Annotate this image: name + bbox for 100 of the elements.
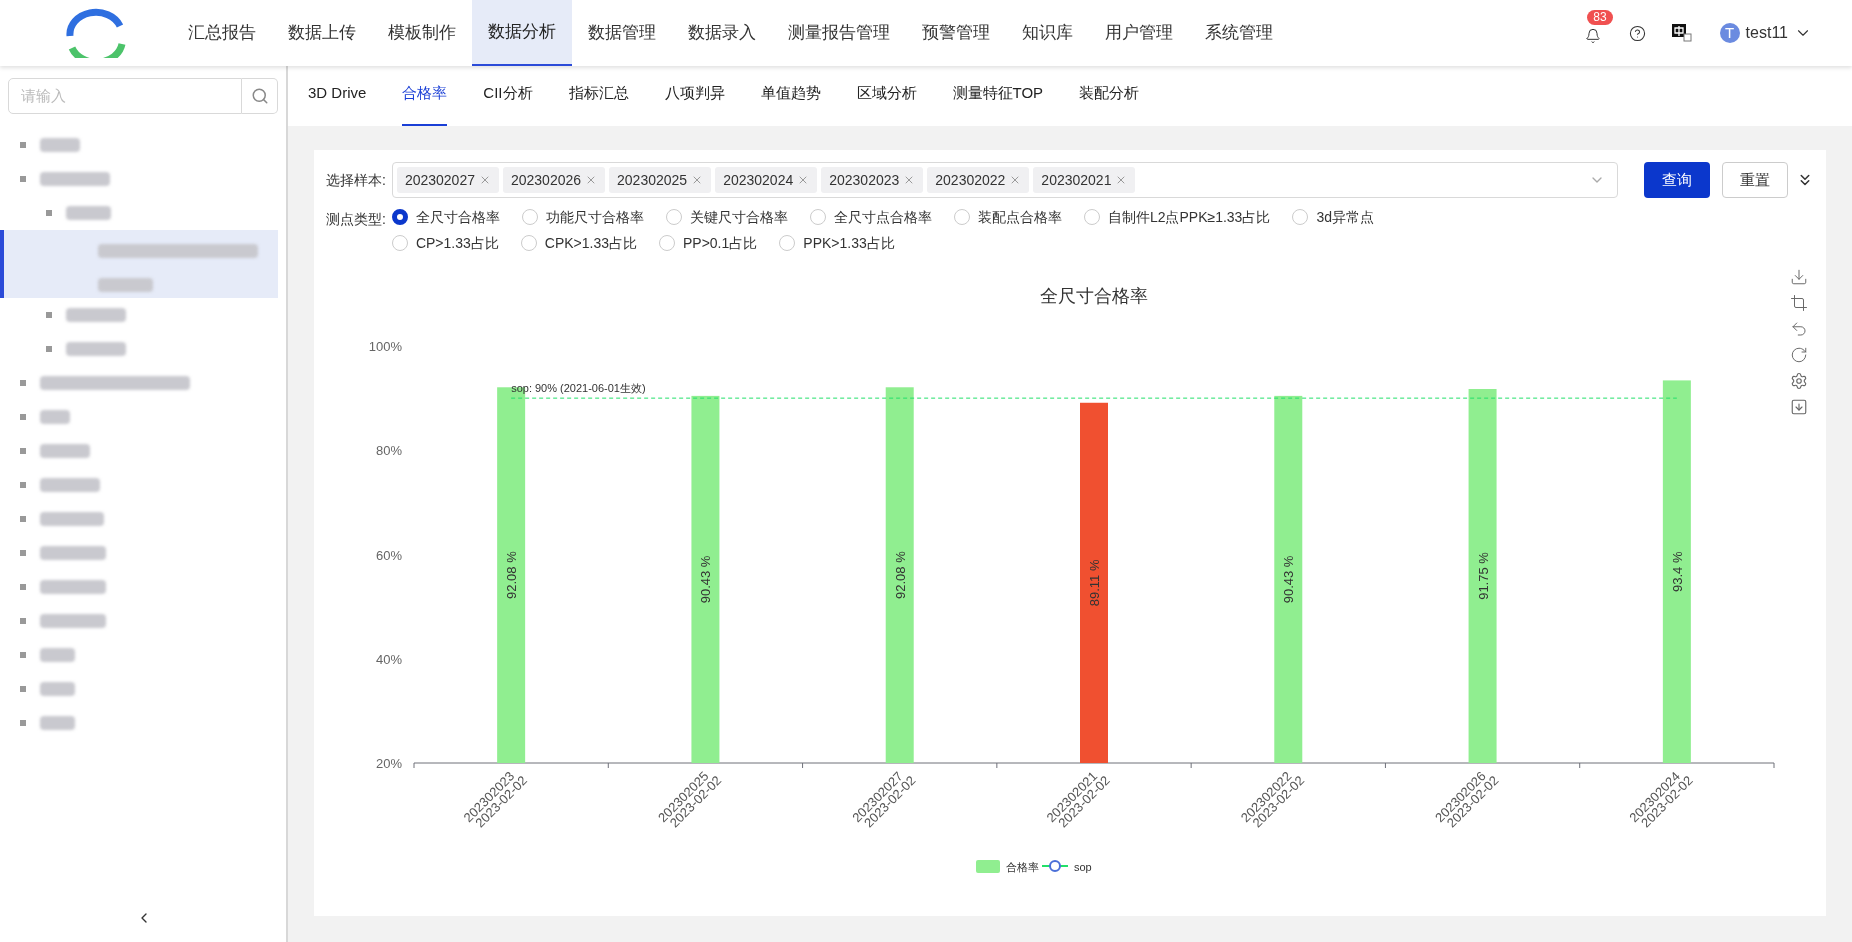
undo-icon[interactable]: [1790, 320, 1808, 338]
sub-tab[interactable]: 合格率: [402, 72, 448, 126]
bullet-icon: [20, 652, 26, 658]
y-tick-label: 100%: [368, 339, 402, 354]
blurred-text: [40, 478, 100, 492]
blurred-text: [40, 580, 106, 594]
y-tick-label: 80%: [375, 443, 402, 459]
sub-tab[interactable]: 八项判异: [664, 72, 725, 126]
blurred-text: [40, 512, 104, 526]
y-tick-label: 60%: [375, 547, 402, 563]
search-field[interactable]: 请输入: [8, 78, 242, 114]
bullet-icon: [20, 414, 26, 420]
sample-tag[interactable]: 202302021: [1033, 167, 1136, 193]
bullet-icon: [20, 482, 26, 488]
bar-value-label: 90.43 %: [1281, 555, 1297, 604]
language-icon[interactable]: [1671, 24, 1692, 42]
bullet-icon: [20, 550, 26, 556]
blurred-text: [40, 410, 70, 424]
sample-tag[interactable]: 202302022: [927, 167, 1030, 193]
sub-tab[interactable]: 区域分析: [856, 72, 917, 126]
nav-tab[interactable]: 预警管理: [906, 0, 1006, 66]
download-icon[interactable]: [1790, 268, 1808, 286]
radio-option[interactable]: CPK>1.33占比: [520, 232, 637, 254]
tree-item[interactable]: [0, 230, 278, 298]
sub-tab[interactable]: 指标汇总: [568, 72, 629, 126]
nav-tab[interactable]: 数据分析: [472, 0, 572, 66]
sample-tag[interactable]: 202302027: [396, 167, 499, 193]
blurred-text: [40, 546, 106, 560]
y-tick-label: 40%: [375, 651, 402, 667]
bullet-icon: [20, 686, 26, 692]
radio-option[interactable]: PPK>1.33占比: [779, 232, 895, 254]
nav-tab[interactable]: 系统管理: [1189, 0, 1289, 66]
nav-tab[interactable]: 知识库: [1006, 0, 1089, 66]
blurred-text: [66, 342, 126, 356]
bullet-icon: [20, 584, 26, 590]
reset-button[interactable]: 重置: [1722, 162, 1788, 198]
blurred-text: [40, 648, 75, 662]
notification-count: 83: [1587, 10, 1613, 25]
bullet-icon: [20, 448, 26, 454]
refresh-icon[interactable]: [1790, 346, 1808, 364]
bullet-icon: [20, 618, 26, 624]
bullet-icon: [20, 176, 26, 182]
user-name[interactable]: test11: [1745, 21, 1788, 45]
radio-option[interactable]: 3d异常点: [1292, 206, 1374, 228]
radio-option[interactable]: 装配点合格率: [953, 206, 1062, 228]
sample-tag[interactable]: 202302026: [502, 167, 606, 193]
bar-value-label: 89.11 %: [1087, 559, 1102, 607]
sub-tab[interactable]: 装配分析: [1079, 72, 1140, 126]
nav-tab[interactable]: 汇总报告: [172, 0, 272, 66]
sub-tab[interactable]: CII分析: [483, 72, 533, 126]
settings-icon[interactable]: [1790, 372, 1808, 390]
radio-option[interactable]: 全尺寸合格率: [391, 206, 500, 228]
radio-option[interactable]: 全尺寸点合格率: [809, 206, 932, 228]
radio-option[interactable]: 关键尺寸合格率: [665, 206, 788, 228]
sample-tag[interactable]: 202302024: [715, 167, 818, 193]
legend-line-swatch[interactable]: [1041, 860, 1069, 872]
sub-tab[interactable]: 3D Drive: [308, 72, 367, 126]
radio-option[interactable]: 自制件L2点PPK≥1.33占比: [1083, 206, 1271, 228]
bullet-icon: [20, 142, 26, 148]
blurred-text: [66, 308, 126, 322]
sample-select[interactable]: 202302027 202302026 202302025 202302024 202302023 202302022 202302021: [391, 162, 1618, 198]
nav-tab[interactable]: 数据录入: [672, 0, 772, 66]
bullet-icon: [20, 516, 26, 522]
sub-tab[interactable]: 测量特征TOP: [952, 72, 1044, 126]
sub-tab[interactable]: 单值趋势: [760, 72, 821, 126]
nav-tab[interactable]: 用户管理: [1089, 0, 1189, 66]
sample-tag[interactable]: 202302023: [821, 167, 924, 193]
nav-tab[interactable]: 测量报告管理: [772, 0, 906, 66]
bar-value-label: 90.43 %: [698, 555, 714, 604]
nav-tab[interactable]: 模板制作: [372, 0, 472, 66]
nav-tab[interactable]: 数据管理: [572, 0, 672, 66]
bar-value-label: 93.4 %: [1669, 551, 1685, 592]
search-button[interactable]: [242, 78, 278, 114]
bar-value-label: 92.08 %: [504, 551, 520, 599]
legend-bar-swatch[interactable]: [976, 860, 1000, 873]
blurred-text: [66, 206, 111, 220]
bullet-icon: [20, 720, 26, 726]
radio-button[interactable]: [391, 209, 408, 225]
bullet-icon: [46, 346, 52, 352]
crop-icon[interactable]: [1790, 294, 1808, 312]
help-icon[interactable]: [1628, 24, 1646, 42]
sample-tag[interactable]: 202302025: [609, 167, 712, 193]
notification-icon[interactable]: [1584, 28, 1601, 44]
blurred-text: [40, 172, 110, 186]
legend-label[interactable]: 合格率: [1006, 861, 1039, 873]
blurred-text: [98, 278, 153, 292]
radio-option[interactable]: CP>1.33占比: [391, 232, 499, 254]
legend-label[interactable]: sop: [1074, 861, 1092, 873]
radio-option[interactable]: PP>0.1占比: [659, 232, 758, 254]
save-icon[interactable]: [1790, 398, 1808, 416]
nav-tab[interactable]: 数据上传: [272, 0, 372, 66]
chart-title: 全尺寸合格率: [1040, 286, 1148, 306]
blurred-text: [40, 716, 75, 730]
bullet-icon: [46, 312, 52, 318]
blurred-text: [40, 138, 80, 152]
query-button[interactable]: 查询: [1644, 162, 1710, 198]
field-label: 测点类型:: [326, 210, 386, 229]
blurred-text: [40, 682, 75, 696]
bar-value-label: 91.75 %: [1475, 552, 1491, 600]
radio-option[interactable]: 功能尺寸合格率: [521, 206, 644, 228]
